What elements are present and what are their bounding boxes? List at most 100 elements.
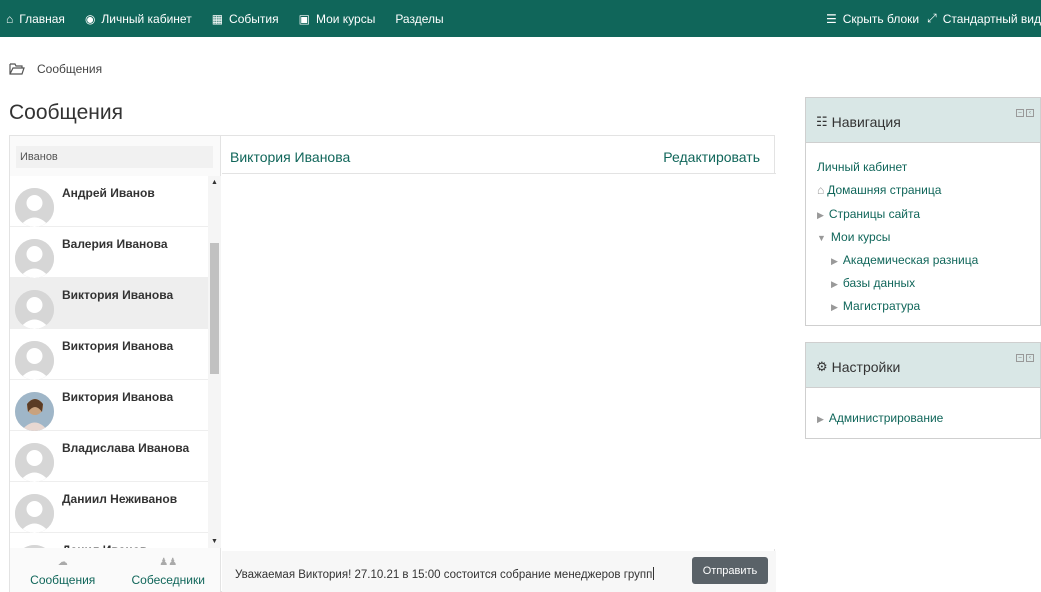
conversation-name[interactable]: Виктория Иванова [230, 149, 350, 165]
message-composer: Уважаемая Виктория! 27.10.21 в 15:00 сос… [222, 551, 776, 592]
nav-link-course-3-label: Магистратура [842, 299, 921, 313]
caret-right-icon: ▶ [831, 302, 838, 312]
settings-block-header: ⚙ Настройки – ‹ [806, 343, 1040, 388]
nav-sections[interactable]: Разделы [385, 0, 453, 37]
nav-link-course-2-label: базы данных [842, 276, 916, 290]
block-controls: – ‹ [1014, 109, 1034, 117]
avatar [15, 290, 54, 329]
sitemap-icon: ☷ [816, 114, 828, 129]
contact-name: Виктория Иванова [62, 339, 174, 353]
contact-item[interactable]: Виктория Иванова [10, 278, 221, 329]
text-caret [653, 567, 655, 580]
edit-link[interactable]: Редактировать [663, 149, 760, 165]
home-icon: ⌂ [6, 11, 14, 26]
contact-item[interactable]: Данил Иванов [10, 533, 221, 548]
contact-item[interactable]: Владислава Иванова [10, 431, 221, 482]
avatar [15, 239, 54, 278]
nav-my-courses-label: Мои курсы [315, 11, 376, 26]
message-input-text: Уважаемая Виктория! 27.10.21 в 15:00 сос… [235, 569, 653, 581]
briefcase-icon: ▣ [298, 11, 310, 26]
tab-contacts-label: Собеседники [131, 573, 205, 587]
minimize-icon[interactable]: – [1016, 109, 1024, 117]
hide-blocks-button[interactable]: ☰ Скрыть блоки [818, 0, 919, 37]
compress-icon: ⤢ [927, 11, 937, 25]
caret-right-icon: ▶ [831, 279, 838, 289]
nav-home-label: Главная [19, 11, 65, 26]
nav-my-courses[interactable]: ▣ Мои курсы [289, 0, 386, 37]
caret-right-icon: ▶ [817, 210, 824, 220]
contact-tabs: ☁ Сообщения ♟♟ Собеседники [10, 551, 221, 592]
nav-dashboard[interactable]: ◉ Личный кабинет [75, 0, 202, 37]
caret-right-icon: ▶ [831, 256, 838, 266]
comment-icon: ☁ [57, 557, 68, 568]
navigation-block: ☷ Навигация – ‹ Личный кабинет ⌂ Домашняя с… [805, 97, 1041, 326]
nav-sections-label: Разделы [395, 11, 444, 26]
settings-block-title: ⚙ Настройки [816, 359, 900, 375]
dashboard-icon: ◉ [84, 11, 96, 26]
tab-messages[interactable]: ☁ Сообщения [10, 551, 116, 592]
nav-link-home[interactable]: ⌂ Домашняя страница [817, 183, 941, 197]
top-navbar: ⌂ Главная ◉ Личный кабинет ▦ События ▣ Мои к… [0, 0, 1041, 37]
contact-item[interactable]: Даниил Неживанов [10, 482, 221, 533]
page-title: Сообщения [9, 101, 123, 124]
hide-blocks-label: Скрыть блоки [842, 11, 920, 26]
block-controls: – ‹ [1014, 354, 1034, 362]
contact-name: Даниил Неживанов [62, 492, 178, 506]
contact-name: Андрей Иванов [62, 186, 155, 200]
nav-link-course-3[interactable]: ▶ Магистратура [831, 299, 920, 313]
nav-link-course-2[interactable]: ▶ базы данных [831, 276, 915, 290]
minimize-icon[interactable]: – [1016, 354, 1024, 362]
nav-link-course-1-label: Академическая разница [842, 253, 979, 267]
conversation-messages [222, 174, 776, 549]
nav-link-home-label: Домашняя страница [827, 183, 942, 197]
scroll-down-icon[interactable]: ▼ [211, 538, 218, 545]
caret-down-icon: ▼ [817, 233, 826, 243]
contact-item[interactable]: Виктория Иванова [10, 380, 221, 431]
message-input[interactable]: Уважаемая Виктория! 27.10.21 в 15:00 сос… [235, 567, 655, 581]
contact-item[interactable]: Виктория Иванова [10, 329, 221, 380]
contact-list-scrollbar[interactable]: ▲ ▼ [208, 176, 221, 548]
settings-block: ⚙ Настройки – ‹ ▶ Администрирование [805, 342, 1041, 439]
indent-icon: ☰ [825, 11, 837, 26]
contact-search-input[interactable] [16, 146, 213, 168]
avatar [15, 494, 54, 533]
scroll-thumb[interactable] [210, 243, 219, 374]
folder-open-icon [9, 63, 25, 75]
home-icon: ⌂ [817, 183, 825, 197]
breadcrumb-item[interactable]: Сообщения [37, 62, 102, 76]
nav-link-administration[interactable]: ▶ Администрирование [817, 411, 943, 425]
nav-events-label: События [229, 11, 279, 26]
tab-contacts[interactable]: ♟♟ Собеседники [116, 551, 222, 592]
cogs-icon: ⚙ [816, 359, 828, 374]
contact-item[interactable]: Валерия Иванова [10, 227, 221, 278]
nav-link-site-pages[interactable]: ▶ Страницы сайта [817, 207, 920, 221]
nav-link-my-courses[interactable]: ▼ Мои курсы [817, 230, 890, 244]
contact-name: Владислава Иванова [62, 441, 190, 455]
avatar [15, 188, 54, 227]
dock-icon[interactable]: ‹ [1026, 354, 1034, 362]
nav-home[interactable]: ⌂ Главная [0, 0, 75, 37]
contact-name: Виктория Иванова [62, 288, 174, 302]
send-button[interactable]: Отправить [692, 557, 768, 584]
contact-name: Данил Иванов [62, 543, 147, 548]
avatar [15, 341, 54, 380]
navigation-block-header: ☷ Навигация – ‹ [806, 98, 1040, 143]
nav-link-course-1[interactable]: ▶ Академическая разница [831, 253, 978, 267]
dock-icon[interactable]: ‹ [1026, 109, 1034, 117]
standard-view-button[interactable]: ⤢ Стандартный вид [919, 0, 1041, 37]
breadcrumb: Сообщения [9, 62, 102, 76]
contact-item[interactable]: Андрей Иванов [10, 176, 221, 227]
settings-title-label: Настройки [831, 359, 901, 375]
nav-events[interactable]: ▦ События [202, 0, 289, 37]
avatar [15, 443, 54, 482]
contact-name: Валерия Иванова [62, 237, 168, 251]
standard-view-label: Стандартный вид [942, 11, 1041, 26]
messaging-area: Андрей Иванов Валерия Иванова Виктория Ива… [9, 135, 776, 592]
nav-dashboard-label: Личный кабинет [101, 11, 192, 26]
scroll-up-icon[interactable]: ▲ [211, 179, 218, 186]
nav-link-dashboard[interactable]: Личный кабинет [817, 160, 907, 174]
caret-right-icon: ▶ [817, 414, 824, 424]
tab-messages-label: Сообщения [30, 573, 96, 587]
users-icon: ♟♟ [159, 557, 178, 568]
nav-link-site-pages-label: Страницы сайта [828, 207, 921, 221]
